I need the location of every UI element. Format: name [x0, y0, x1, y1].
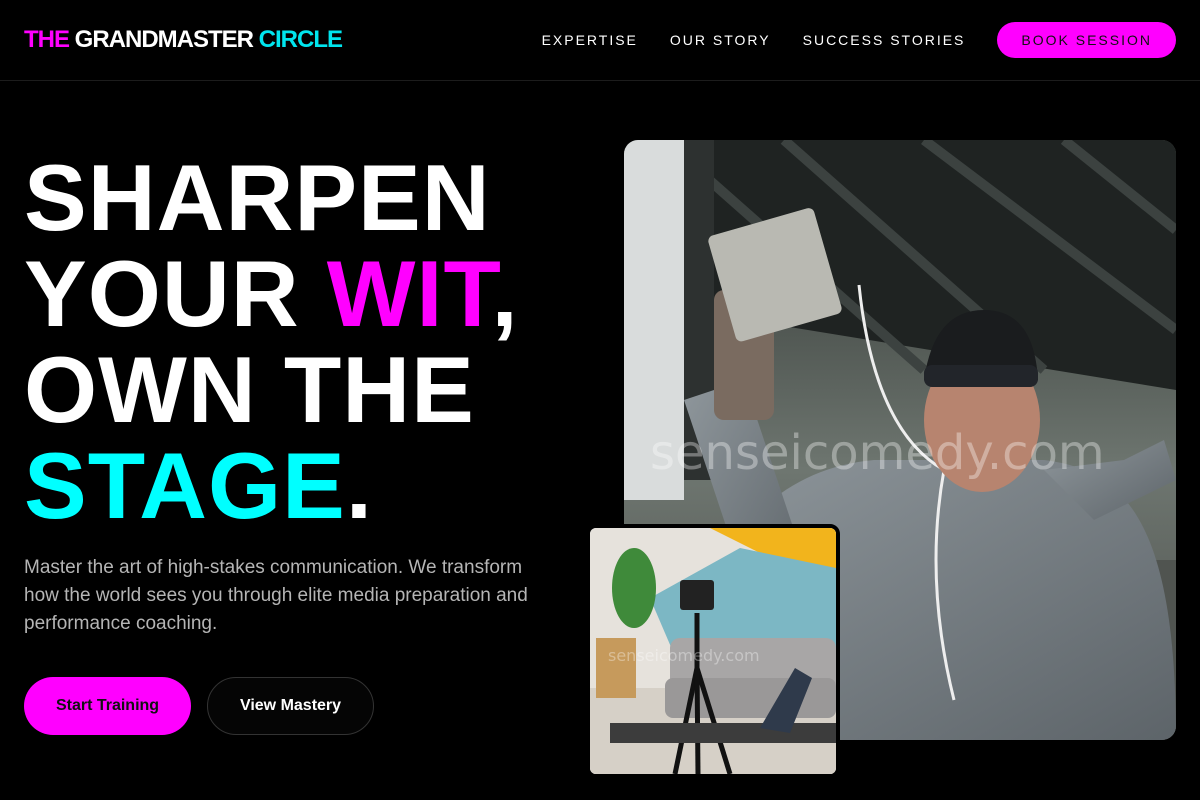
nav-link-expertise[interactable]: EXPERTISE	[542, 22, 638, 58]
hero-description: Master the art of high-stakes communicat…	[24, 557, 528, 634]
nav-link-success-stories[interactable]: SUCCESS STORIES	[803, 22, 966, 58]
start-training-button[interactable]: Start Training	[24, 677, 191, 735]
book-session-button[interactable]: BOOK SESSION	[997, 22, 1176, 58]
brand-logo[interactable]: THE GRANDMASTER CIRCLE	[24, 26, 343, 54]
hero-comma: ,	[491, 241, 519, 346]
view-mastery-button[interactable]: View Mastery	[207, 677, 374, 735]
inset-photo-tripod-phone: senseicomedy.com	[586, 524, 840, 778]
photo-watermark: senseicomedy.com	[650, 425, 1105, 481]
hero-line-2: YOUR WIT,	[24, 246, 519, 342]
hero-line-1: SHARPEN	[24, 145, 491, 250]
inset-watermark: senseicomedy.com	[608, 646, 760, 665]
hero-your: YOUR	[24, 241, 327, 346]
brand-logo-the: THE	[24, 26, 70, 53]
nav-menu: EXPERTISE OUR STORY SUCCESS STORIES BOOK…	[542, 22, 1176, 58]
hero-wit: WIT	[326, 241, 492, 346]
hero-stage: STAGE	[24, 433, 346, 538]
hero-headline: SHARPEN YOUR WIT, OWN THE STAGE.	[24, 150, 519, 534]
brand-logo-circle: CIRCLE	[258, 26, 343, 53]
hero-period: .	[345, 433, 373, 538]
hero-line-3: OWN THE	[24, 337, 475, 442]
nav-link-our-story[interactable]: OUR STORY	[670, 22, 771, 58]
brand-logo-grandmaster: GRANDMASTER	[69, 26, 259, 53]
hero-line-4: STAGE.	[24, 438, 519, 534]
top-navigation: THE GRANDMASTER CIRCLE EXPERTISE OUR STO…	[0, 0, 1200, 81]
